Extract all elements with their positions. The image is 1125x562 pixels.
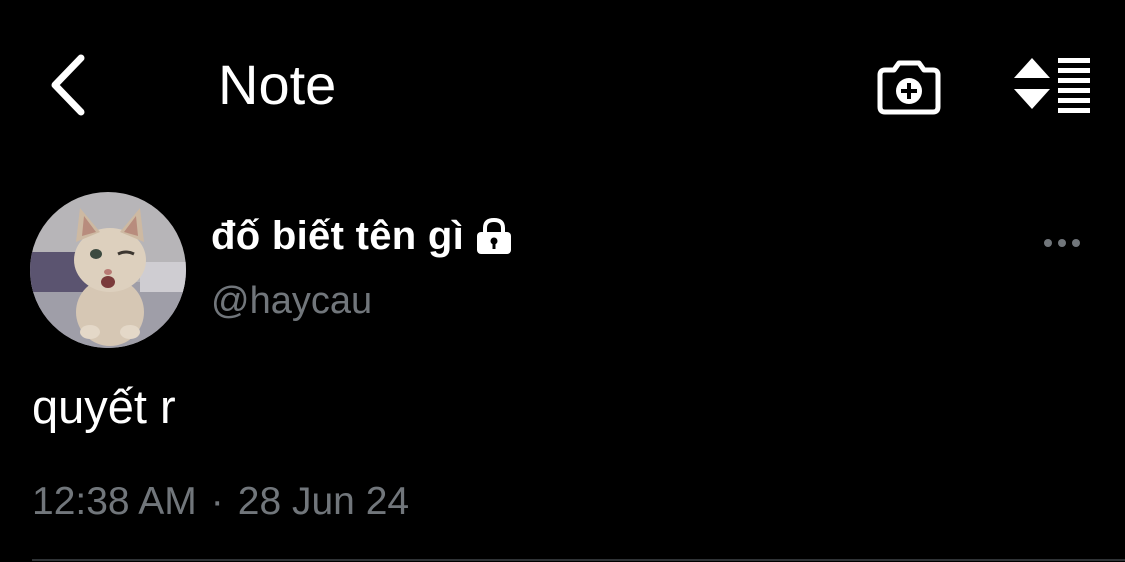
post-time: 12:38 AM (32, 480, 197, 523)
author-handle[interactable]: @haycau (211, 276, 372, 326)
avatar[interactable] (30, 192, 186, 348)
sort-button[interactable] (1010, 52, 1094, 116)
lock-icon (474, 216, 514, 256)
divider (32, 559, 1125, 561)
kitten-avatar-image (30, 192, 186, 348)
post-text: quyết r (32, 380, 176, 433)
author-name-row[interactable]: đố biết tên gì (211, 208, 514, 264)
top-bar: Note (0, 0, 1125, 170)
camera-button[interactable] (872, 52, 946, 118)
back-button[interactable] (38, 50, 98, 120)
chevron-left-icon (51, 54, 85, 116)
sort-list-icon (1014, 58, 1090, 113)
meta-separator: · (210, 480, 224, 523)
page-title: Note (218, 53, 337, 116)
more-horizontal-icon (1044, 239, 1080, 247)
post-timestamp: 12:38 AM · 28 Jun 24 (32, 476, 409, 528)
more-options-button[interactable] (1036, 222, 1088, 264)
post-date: 28 Jun 24 (237, 480, 410, 523)
camera-add-icon (877, 60, 941, 115)
author-display-name: đố biết tên gì (211, 213, 465, 258)
